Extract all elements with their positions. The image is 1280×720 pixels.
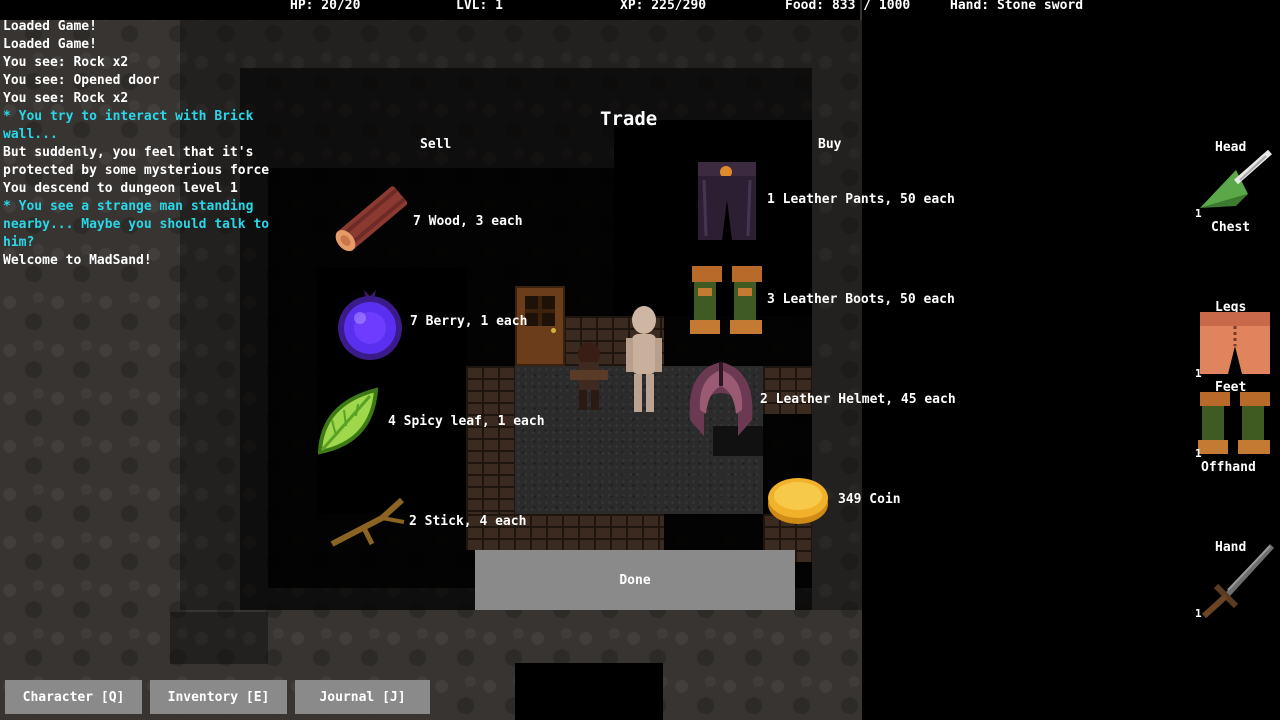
sell-item-spicy-leaf[interactable]: 4 Spicy leaf, 1 each <box>314 386 545 458</box>
item-label: 2 Stick, 4 each <box>409 514 527 529</box>
dark-pit <box>515 663 663 720</box>
log-line-highlight: * You try to interact with Brick wall... <box>3 109 262 142</box>
item-label: 1 Leather Pants, 50 each <box>767 192 955 207</box>
log-line: You see: Rock x2 <box>3 91 129 106</box>
spicy-leaf-icon <box>317 387 379 455</box>
leather-boots-icon <box>690 266 762 334</box>
buy-item-leather-pants[interactable]: 1 Leather Pants, 50 each <box>692 160 955 242</box>
xp-display: XP: 225/290 <box>620 0 707 13</box>
level-display: LVL: 1 <box>456 0 503 13</box>
log-line: You see: Opened door <box>3 73 160 88</box>
equip-offhand-label: Offhand <box>1201 460 1256 475</box>
feet-item-count: 1 <box>1195 447 1202 460</box>
leather-helmet-icon <box>689 362 753 436</box>
log-line: But suddenly, you feel that it's protect… <box>3 145 270 178</box>
sell-item-berry[interactable]: 7 Berry, 1 each <box>334 284 527 362</box>
berry-icon <box>338 290 402 360</box>
journal-button[interactable]: Journal [J] <box>295 680 430 714</box>
coin-icon <box>768 478 828 524</box>
equip-chest-label: Chest <box>1211 220 1251 235</box>
hand-display: Hand: Stone sword <box>950 0 1084 13</box>
legs-item-count: 1 <box>1195 367 1202 380</box>
item-label: 4 Spicy leaf, 1 each <box>388 414 545 429</box>
shadow-tile <box>170 612 268 664</box>
item-label: 2 Leather Helmet, 45 each <box>760 392 956 407</box>
equipped-boots-icon[interactable] <box>1198 390 1272 456</box>
brick-wall <box>466 366 515 514</box>
item-label: 7 Berry, 1 each <box>410 314 528 329</box>
hand-item-count: 1 <box>1195 607 1202 620</box>
done-button[interactable]: Done <box>475 550 795 610</box>
item-label: 3 Leather Boots, 50 each <box>767 292 955 307</box>
coin-label: 349 Coin <box>838 492 901 507</box>
leather-pants-icon <box>698 162 756 240</box>
stick-icon <box>330 497 405 547</box>
buy-column-header: Buy <box>818 137 842 152</box>
coin-balance: 349 Coin <box>766 474 901 526</box>
wood-log-icon <box>335 186 408 252</box>
message-log: Loaded Game! Loaded Game! You see: Rock … <box>3 18 303 270</box>
sell-item-wood[interactable]: 7 Wood, 3 each <box>330 178 523 262</box>
inventory-button[interactable]: Inventory [E] <box>150 680 287 714</box>
sell-item-stick[interactable]: 2 Stick, 4 each <box>328 496 526 550</box>
item-label: 7 Wood, 3 each <box>413 214 523 229</box>
hud-bar <box>0 0 860 20</box>
log-line: Loaded Game! <box>3 19 97 34</box>
player-character <box>570 342 608 410</box>
character-button[interactable]: Character [Q] <box>5 680 142 714</box>
head-item-count: 1 <box>1195 207 1202 220</box>
log-line: You descend to dungeon level 1 <box>3 181 238 196</box>
log-line-highlight: * You see a strange man standing nearby.… <box>3 199 277 250</box>
sell-column-header: Sell <box>420 137 452 152</box>
leather-leggings-icon[interactable] <box>1198 310 1272 376</box>
strange-man-npc[interactable] <box>624 304 664 416</box>
feather-hat-icon[interactable] <box>1196 150 1274 214</box>
hp-display: HP: 20/20 <box>290 0 361 13</box>
buy-item-leather-boots[interactable]: 3 Leather Boots, 50 each <box>690 264 955 338</box>
log-line: Welcome to MadSand! <box>3 253 152 268</box>
buy-item-leather-helmet[interactable]: 2 Leather Helmet, 45 each <box>686 360 956 438</box>
log-line: Loaded Game! <box>3 37 97 52</box>
food-display: Food: 833 / 1000 <box>785 0 911 13</box>
trade-title: Trade <box>600 108 658 130</box>
stone-sword-icon[interactable] <box>1198 540 1276 620</box>
log-line: You see: Rock x2 <box>3 55 129 70</box>
